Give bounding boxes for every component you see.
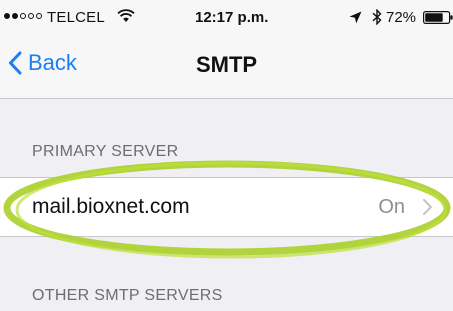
signal-dot <box>20 13 26 19</box>
wifi-icon <box>117 9 135 22</box>
navigation-bar: Back SMTP <box>0 36 453 98</box>
other-servers-section-header: OTHER SMTP SERVERS <box>32 287 223 304</box>
signal-dot <box>28 13 34 19</box>
battery-percentage: 72% <box>386 9 417 26</box>
server-name: mail.bioxnet.com <box>32 195 190 218</box>
signal-strength-icon <box>4 13 42 19</box>
primary-server-section-header: PRIMARY SERVER <box>32 143 179 160</box>
chevron-right-icon <box>422 198 433 216</box>
signal-dot <box>12 13 18 19</box>
primary-server-cell[interactable]: mail.bioxnet.com On <box>0 178 453 236</box>
status-time: 12:17 p.m. <box>195 9 269 26</box>
carrier-name: TELCEL <box>47 9 105 26</box>
signal-dot <box>4 13 10 19</box>
smtp-settings-screen: TELCEL 12:17 p.m. 72% Back SMTP PRIMARY <box>0 0 453 311</box>
signal-dot <box>36 13 42 19</box>
status-bar: TELCEL 12:17 p.m. 72% <box>0 0 453 36</box>
primary-server-group: mail.bioxnet.com On <box>0 177 453 237</box>
page-title: SMTP <box>195 52 258 77</box>
battery-icon <box>423 11 453 24</box>
bluetooth-icon <box>372 9 382 25</box>
server-status: On <box>378 196 405 218</box>
location-arrow-icon <box>349 11 362 24</box>
